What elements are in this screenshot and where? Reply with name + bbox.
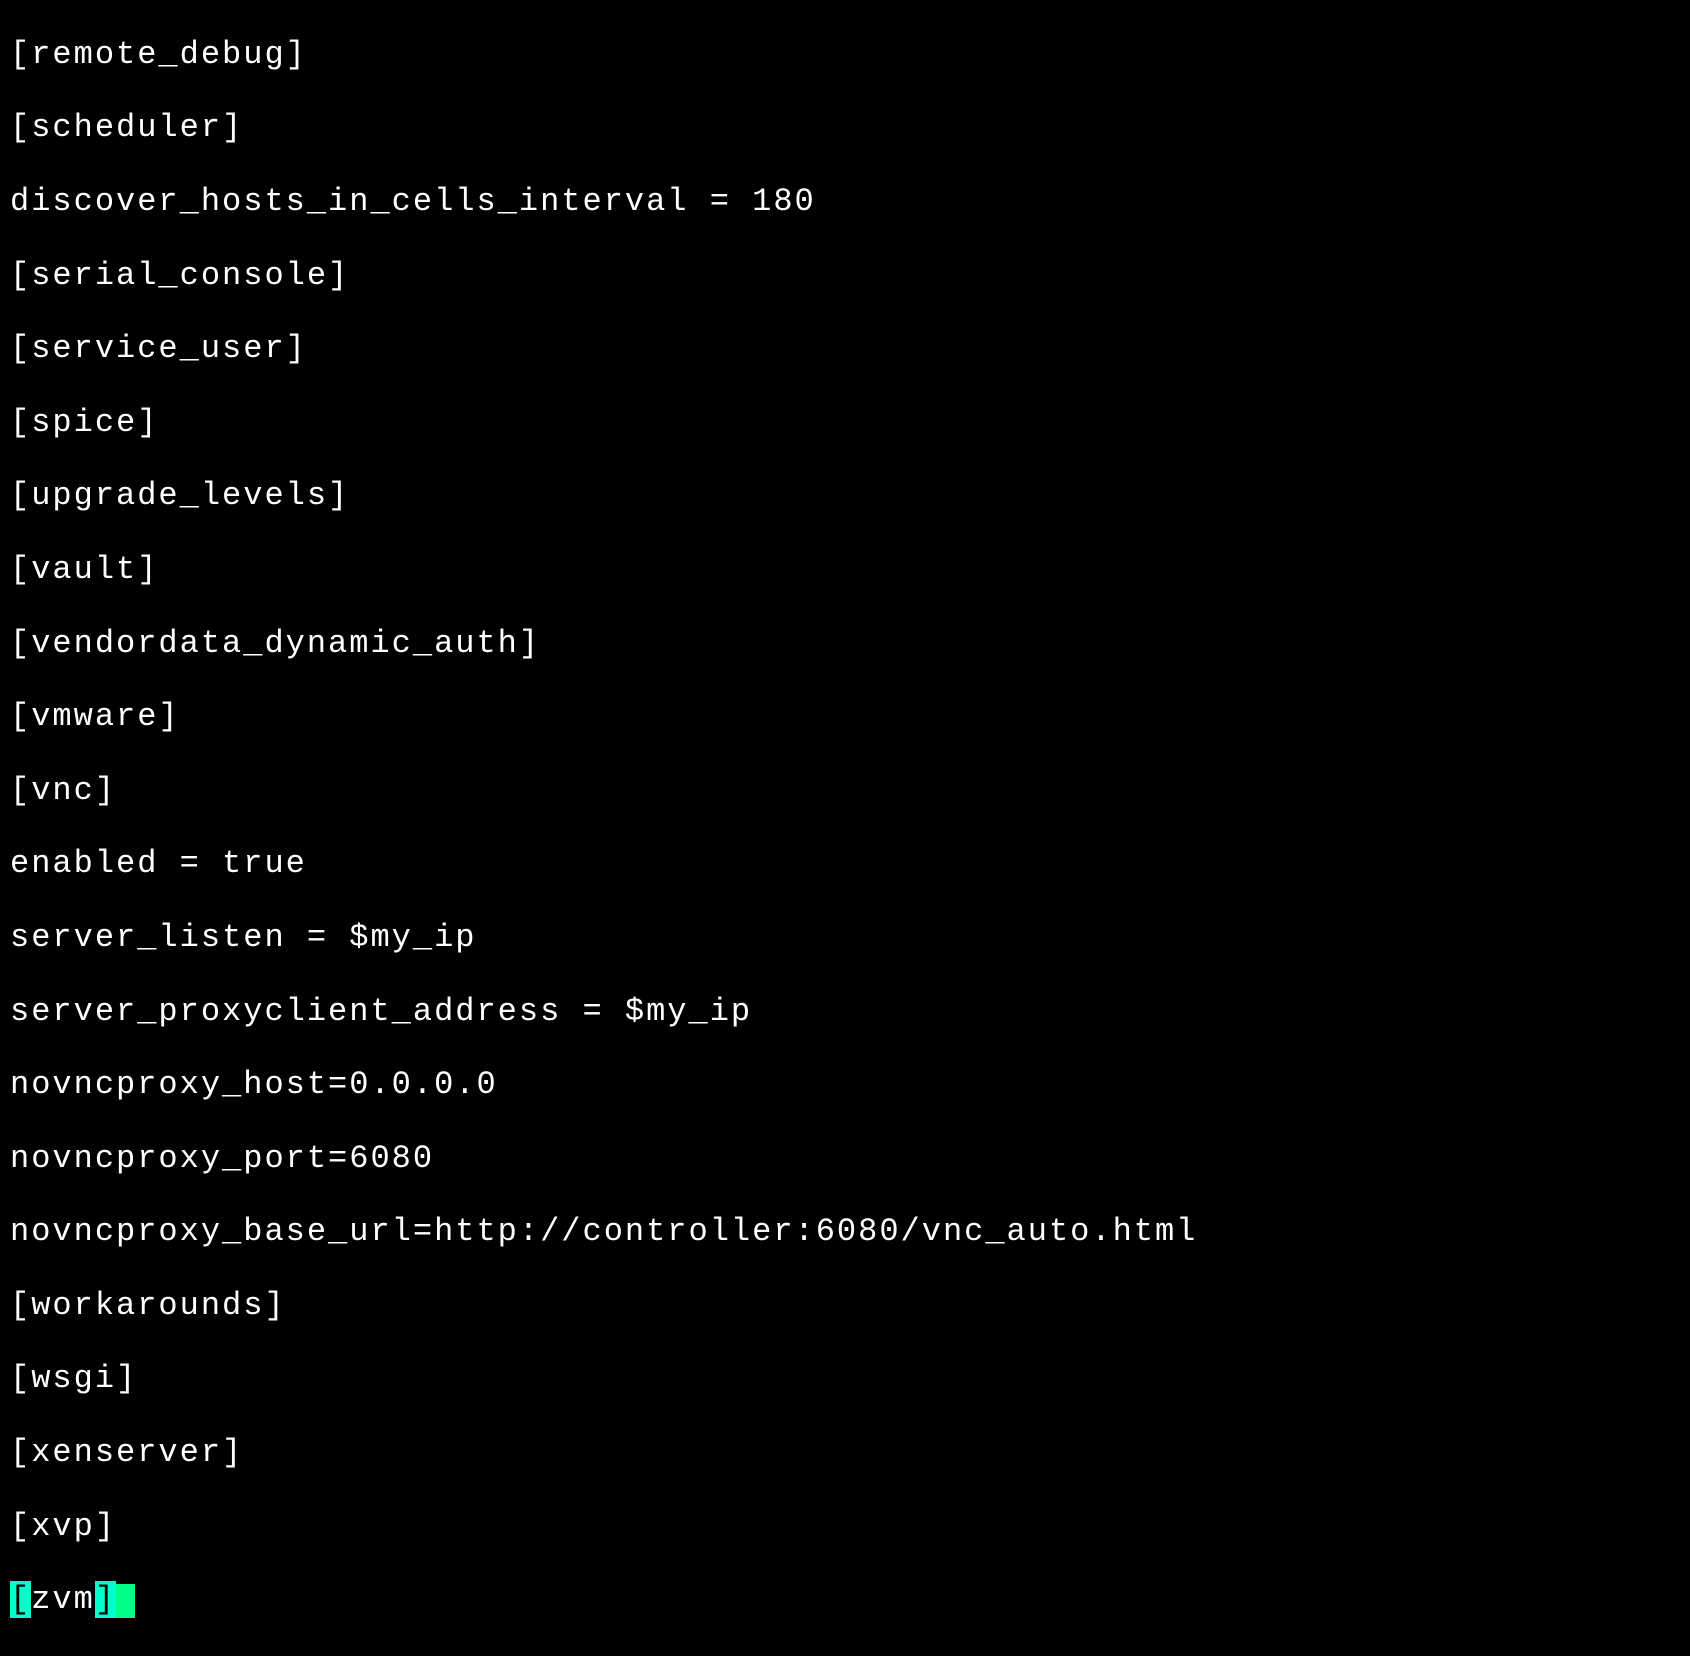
cursor-line-text: zvm [31,1581,95,1618]
config-line: [xvp] [10,1509,1690,1546]
config-line: [remote_debug] [10,37,1690,74]
config-line: [vnc] [10,773,1690,810]
config-line: [wsgi] [10,1361,1690,1398]
config-line: [service_user] [10,331,1690,368]
terminal-cursor [116,1584,135,1618]
config-line: [vault] [10,552,1690,589]
config-line: [spice] [10,405,1690,442]
config-line: novncproxy_host=0.0.0.0 [10,1067,1690,1104]
config-line: novncproxy_base_url=http://controller:60… [10,1214,1690,1251]
config-line: [vendordata_dynamic_auth] [10,626,1690,663]
matched-bracket-close: ] [95,1581,116,1618]
config-line: enabled = true [10,846,1690,883]
config-line-cursor: [zvm] [10,1582,1690,1619]
config-line: discover_hosts_in_cells_interval = 180 [10,184,1690,221]
config-line: [vmware] [10,699,1690,736]
config-line: [scheduler] [10,110,1690,147]
config-line: novncproxy_port=6080 [10,1141,1690,1178]
config-line: [serial_console] [10,258,1690,295]
config-line: server_listen = $my_ip [10,920,1690,957]
config-line: [xenserver] [10,1435,1690,1472]
terminal-output[interactable]: [remote_debug] [scheduler] discover_host… [10,0,1690,1656]
matched-bracket-open: [ [10,1581,31,1618]
config-line: server_proxyclient_address = $my_ip [10,994,1690,1031]
config-line: [workarounds] [10,1288,1690,1325]
config-line: [upgrade_levels] [10,478,1690,515]
